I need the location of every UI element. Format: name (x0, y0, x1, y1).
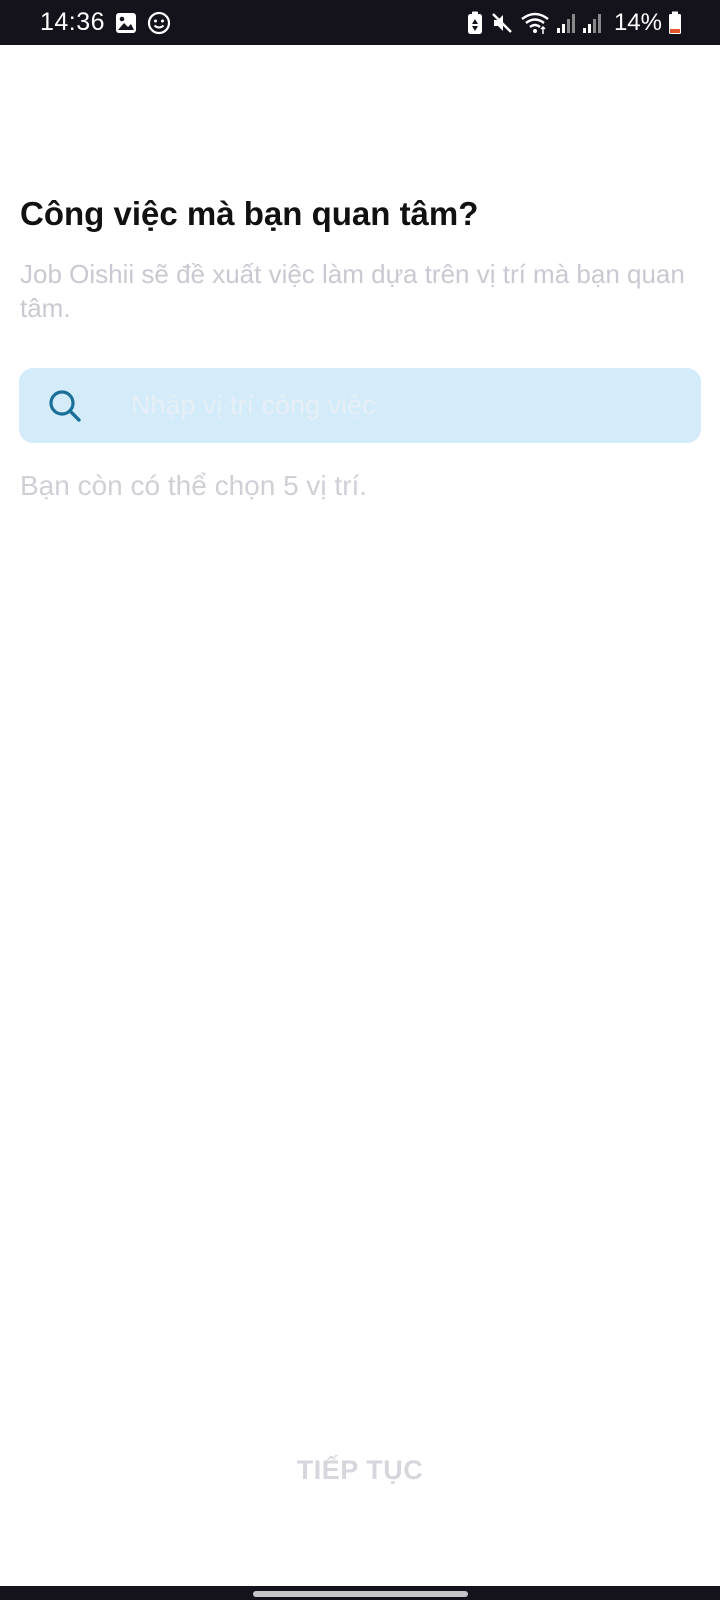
status-time: 14:36 (40, 8, 106, 36)
job-search-box[interactable] (19, 368, 701, 443)
page-subtitle: Job Oishii sẽ đề xuất việc làm dựa trên … (20, 259, 685, 323)
wifi-icon (520, 11, 550, 35)
job-search-input[interactable] (131, 368, 671, 443)
home-indicator[interactable] (253, 1591, 468, 1597)
face-icon (147, 11, 171, 35)
battery-saver-icon (466, 11, 484, 35)
mute-icon (490, 11, 514, 35)
selection-hint: Bạn còn có thể chọn 5 vị trí. (20, 470, 368, 501)
signal-icon (582, 12, 602, 34)
main-content: Công việc mà bạn quan tâm? Job Oishii sẽ… (0, 45, 720, 1586)
status-right: 14% (466, 9, 682, 37)
gallery-icon (115, 12, 137, 34)
continue-button[interactable]: TIẾP TỤC (230, 1440, 490, 1500)
status-left: 14:36 (40, 8, 171, 37)
status-bar: 14:36 14% (0, 0, 720, 45)
signal-icon (556, 12, 576, 34)
battery-icon (668, 11, 682, 35)
page-title: Công việc mà bạn quan tâm? (20, 195, 479, 232)
search-icon (47, 388, 83, 424)
battery-percentage: 14% (613, 8, 662, 36)
